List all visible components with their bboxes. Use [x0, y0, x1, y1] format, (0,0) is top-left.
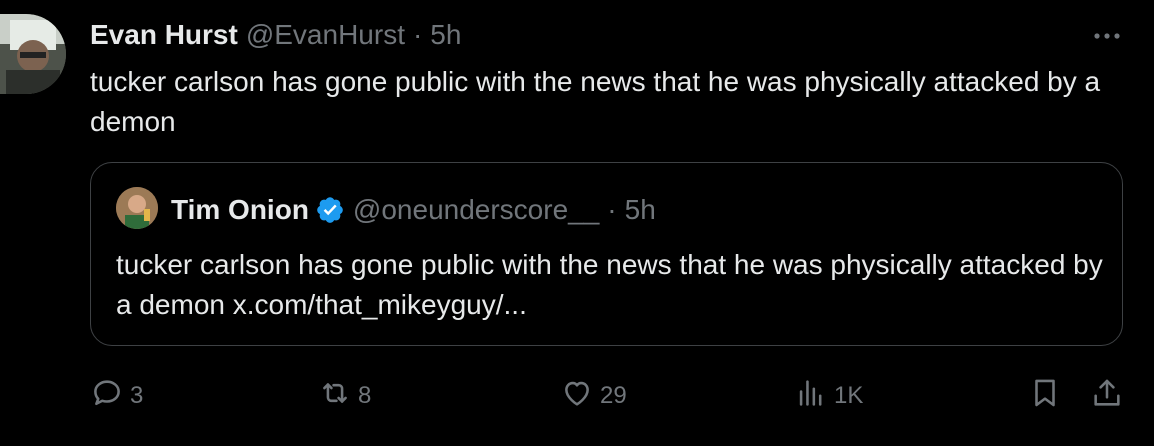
- repost-arrows-icon: [318, 376, 352, 417]
- reply-bubble-icon: [90, 376, 124, 417]
- reply-button[interactable]: 3: [90, 376, 143, 416]
- avatar[interactable]: [0, 14, 66, 94]
- quoted-avatar[interactable]: [116, 187, 158, 229]
- bookmark-icon: [1028, 376, 1062, 417]
- verified-badge-icon: [315, 195, 345, 225]
- more-dots-icon[interactable]: [1090, 22, 1124, 50]
- quoted-text: tucker carlson has gone public with the …: [116, 249, 1103, 320]
- timestamp[interactable]: 5h: [430, 19, 461, 51]
- quoted-separator-dot: ·: [607, 194, 617, 225]
- quoted-display-name[interactable]: Tim Onion: [171, 194, 309, 226]
- quoted-tweet[interactable]: Tim Onion @oneunderscore__ · 5h tucker c…: [90, 162, 1123, 346]
- tweet[interactable]: Evan Hurst @EvanHurst · 5h tucker carlso…: [0, 0, 1154, 446]
- share-upload-icon: [1090, 376, 1124, 417]
- author-display-name[interactable]: Evan Hurst: [90, 19, 238, 51]
- repost-button[interactable]: 8: [318, 376, 371, 416]
- views-count: 1K: [834, 382, 864, 409]
- quoted-handle[interactable]: @oneunderscore__: [353, 194, 599, 226]
- quoted-timestamp[interactable]: 5h: [625, 194, 656, 226]
- heart-icon: [560, 376, 594, 417]
- bookmark-button[interactable]: [1028, 376, 1062, 416]
- tweet-header: Evan Hurst @EvanHurst · 5h: [90, 18, 461, 52]
- quoted-header: Tim Onion @oneunderscore__ · 5h: [171, 193, 656, 227]
- like-button[interactable]: 29: [560, 376, 627, 416]
- share-button[interactable]: [1090, 376, 1124, 416]
- repost-count: 8: [358, 382, 372, 409]
- action-bar: 3 8 29 1K: [90, 376, 1130, 416]
- author-handle[interactable]: @EvanHurst: [246, 19, 405, 51]
- separator-dot: ·: [412, 19, 423, 50]
- views-button[interactable]: 1K: [794, 376, 863, 416]
- views-bars-icon: [794, 376, 828, 417]
- tweet-text: tucker carlson has gone public with the …: [90, 66, 1101, 137]
- like-count: 29: [600, 382, 627, 409]
- reply-count: 3: [130, 382, 144, 409]
